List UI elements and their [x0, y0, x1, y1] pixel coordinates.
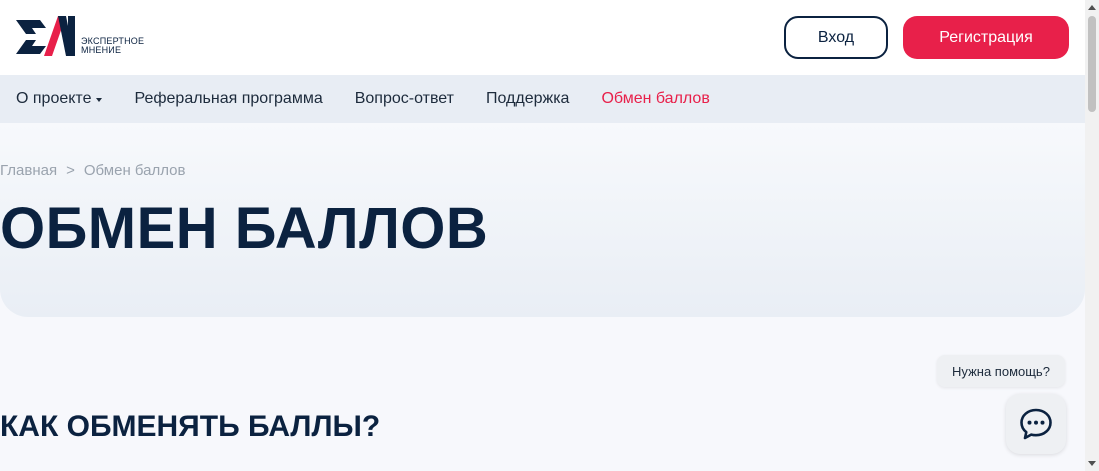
chat-button[interactable] — [1006, 394, 1066, 454]
nav-item-faq[interactable]: Вопрос-ответ — [355, 90, 454, 108]
chat-dots-icon — [1020, 408, 1052, 440]
breadcrumb-home[interactable]: Главная — [0, 162, 57, 179]
hero-section: Главная > Обмен баллов ОБМЕН БАЛЛОВ — [0, 123, 1085, 317]
scroll-up-icon[interactable] — [1088, 5, 1096, 10]
main-nav: О проекте Реферальная программа Вопрос-о… — [0, 75, 1085, 123]
nav-item-label: Вопрос-ответ — [354, 90, 454, 107]
nav-item-label: Реферальная программа — [134, 90, 323, 107]
logo-text: ЭКСПЕРТНОЕ МНЕНИЕ — [81, 37, 144, 55]
logo-mark-icon — [16, 16, 75, 56]
breadcrumb: Главная > Обмен баллов — [0, 162, 185, 179]
nav-item-label: Обмен баллов — [601, 90, 710, 107]
scrollbar[interactable] — [1085, 0, 1099, 471]
scroll-down-icon[interactable] — [1088, 461, 1096, 466]
logo-line2: МНЕНИЕ — [81, 45, 122, 55]
breadcrumb-current: Обмен баллов — [83, 162, 186, 179]
breadcrumb-separator: > — [66, 162, 75, 179]
section-title: КАК ОБМЕНЯТЬ БАЛЛЫ? — [0, 410, 381, 443]
nav-item-label: О проекте — [16, 90, 92, 107]
register-button[interactable]: Регистрация — [903, 16, 1069, 59]
nav-item-referral[interactable]: Реферальная программа — [134, 90, 322, 108]
scroll-thumb[interactable] — [1088, 16, 1096, 112]
help-bubble[interactable]: Нужна помощь? — [937, 355, 1065, 387]
nav-item-support[interactable]: Поддержка — [486, 90, 569, 108]
page: ЭКСПЕРТНОЕ МНЕНИЕ Вход Регистрация О про… — [0, 0, 1099, 471]
login-button[interactable]: Вход — [784, 16, 888, 59]
nav-item-label: Поддержка — [485, 90, 570, 107]
logo[interactable]: ЭКСПЕРТНОЕ МНЕНИЕ — [14, 16, 164, 60]
nav-item-about[interactable]: О проекте — [16, 90, 103, 108]
page-title: ОБМЕН БАЛЛОВ — [0, 196, 489, 261]
caret-down-icon — [96, 98, 103, 102]
nav-item-points-exchange[interactable]: Обмен баллов — [601, 90, 709, 108]
site-header: ЭКСПЕРТНОЕ МНЕНИЕ Вход Регистрация — [0, 0, 1085, 75]
